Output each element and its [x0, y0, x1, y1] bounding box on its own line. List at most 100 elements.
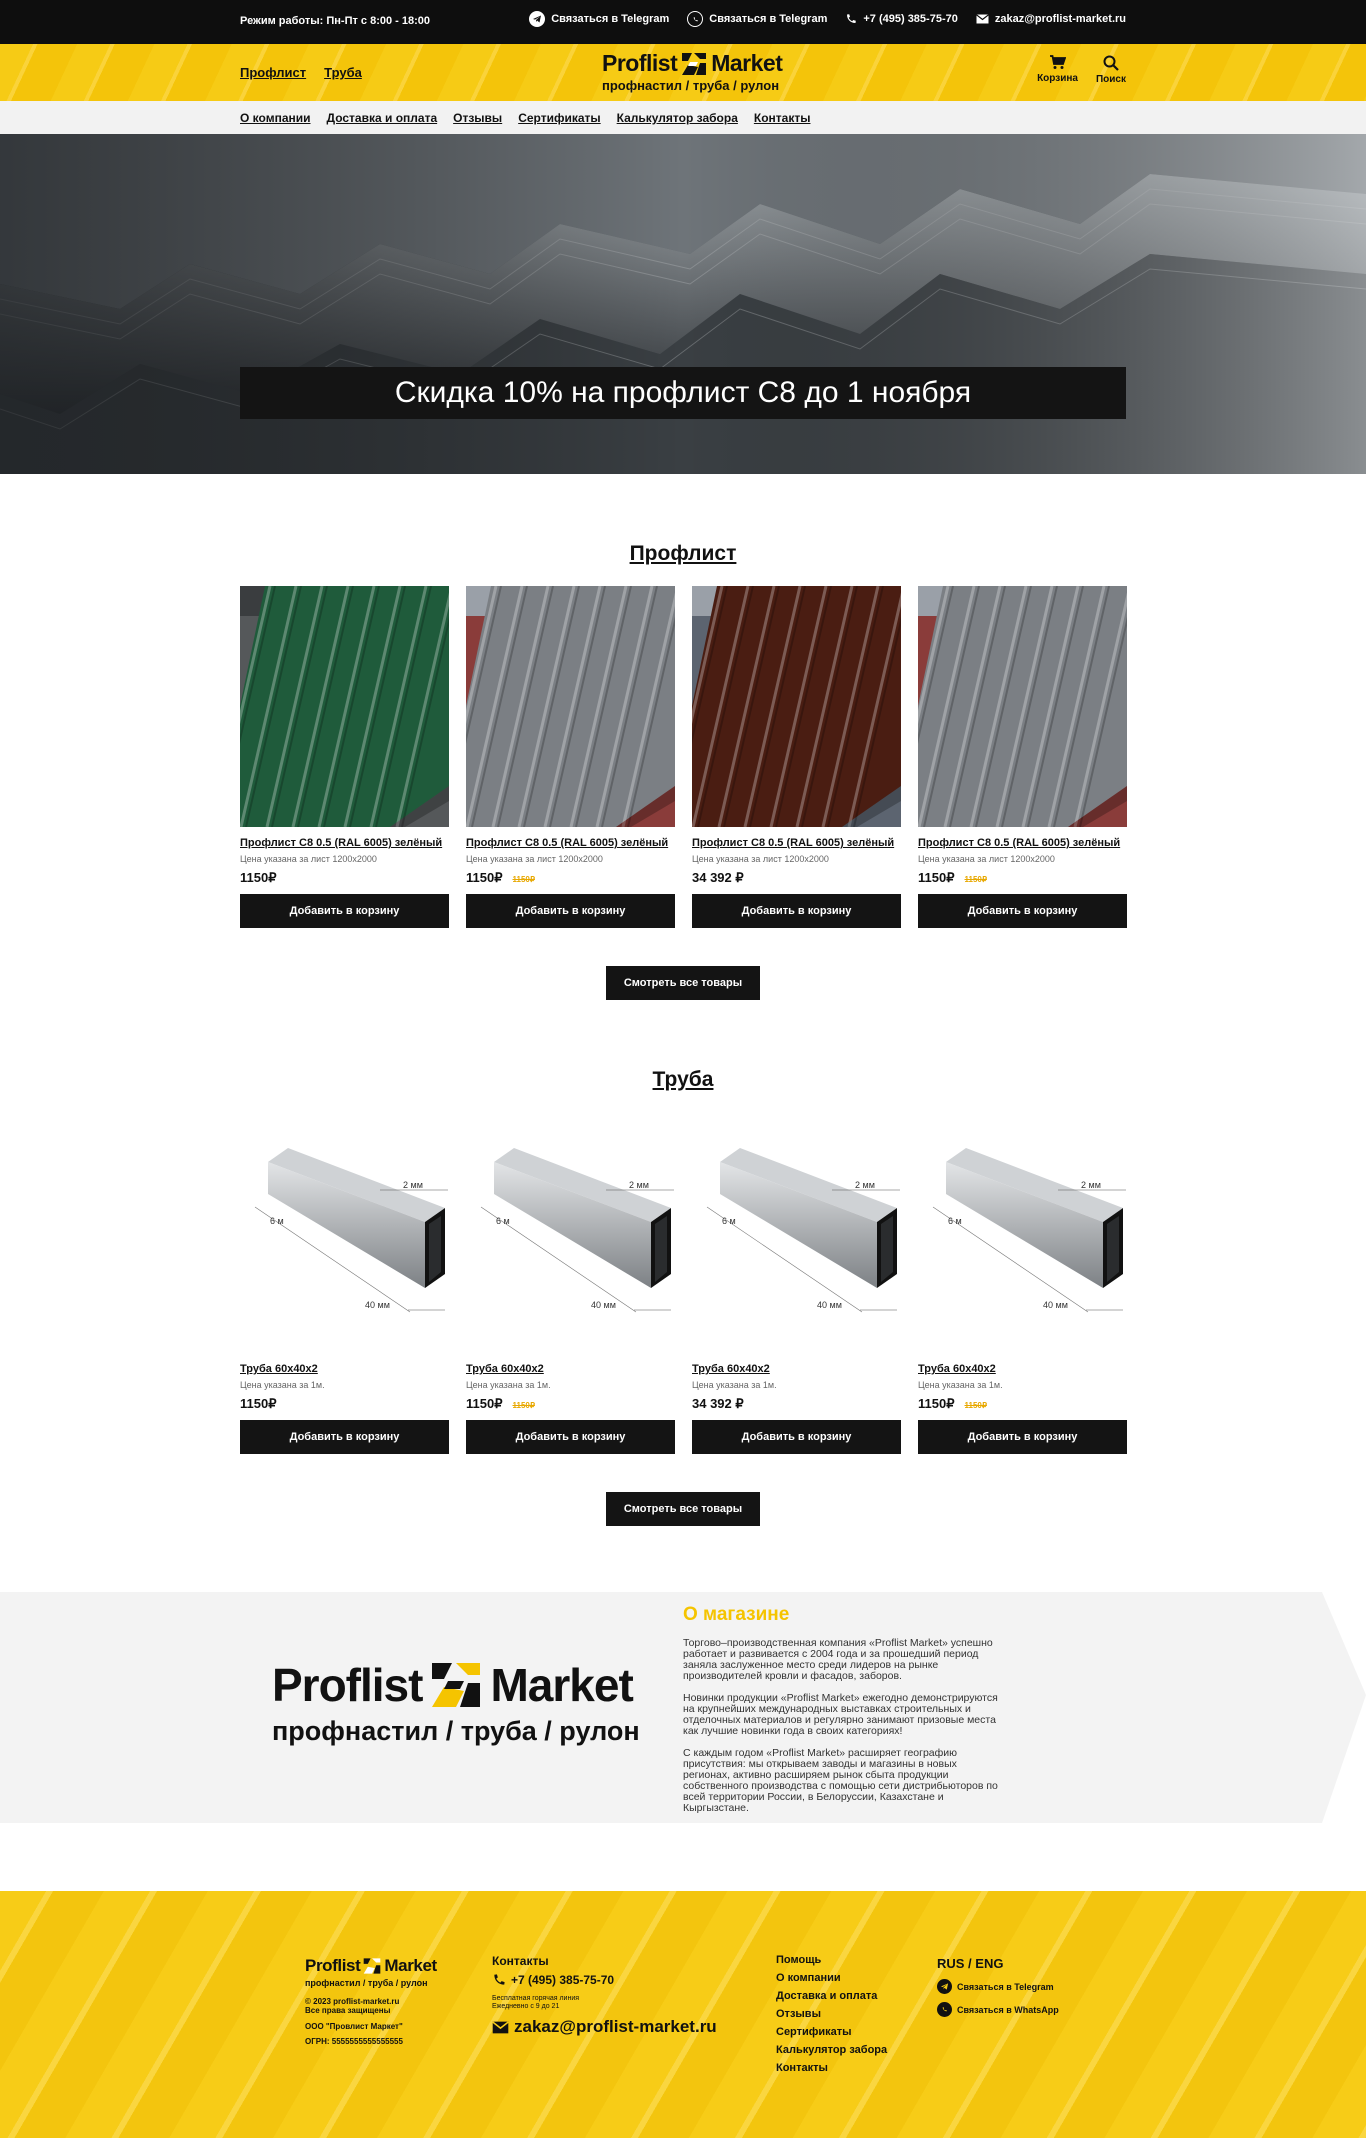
telegram-label: Связаться в Telegram	[551, 13, 670, 25]
subnav-certificates[interactable]: Сертификаты	[518, 111, 600, 125]
product-card: 2 мм 6 м 40 мм Труба 60х40х2 Цена указана …	[240, 1112, 449, 1454]
subnav-delivery[interactable]: Доставка и оплата	[327, 111, 438, 125]
nav-truba[interactable]: Труба	[324, 65, 362, 80]
section-title-truba[interactable]: Труба	[0, 1068, 1366, 1092]
product-name[interactable]: Труба 60х40х2	[692, 1363, 901, 1375]
search-button[interactable]: Поиск	[1096, 55, 1126, 85]
footer-phone[interactable]: +7 (495) 385-75-70	[492, 1973, 717, 1987]
product-card: Профлист С8 0.5 (RAL 6005) зелёный Цена …	[918, 586, 1127, 928]
logo-mark-icon	[364, 1958, 381, 1974]
add-to-cart-button[interactable]: Добавить в корзину	[918, 894, 1127, 928]
current-price: 34 392 ₽	[692, 870, 744, 885]
add-to-cart-button[interactable]: Добавить в корзину	[240, 894, 449, 928]
category-nav: Профлист Труба	[240, 65, 362, 80]
product-name[interactable]: Профлист С8 0.5 (RAL 6005) зелёный	[918, 837, 1127, 849]
product-name[interactable]: Профлист С8 0.5 (RAL 6005) зелёный	[692, 837, 901, 849]
footer-email[interactable]: zakaz@proflist-market.ru	[492, 2017, 717, 2037]
footer-brand: Proflist Market профнастил / труба / рул…	[305, 1956, 437, 2046]
dimension-label: 6 м	[270, 1216, 284, 1226]
add-to-cart-button[interactable]: Добавить в корзину	[692, 1420, 901, 1454]
old-price: 1150₽	[964, 875, 987, 884]
footer-link-certificates[interactable]: Сертификаты	[776, 2026, 887, 2038]
hero-banner[interactable]: Скидка 10% на профлист С8 до 1 ноября	[0, 134, 1366, 474]
pipe-product-grid: 2 мм 6 м 40 мм Труба 60х40х2 Цена указана …	[240, 1112, 1127, 1454]
product-image[interactable]	[692, 586, 901, 827]
view-all-pipe-button[interactable]: Смотреть все товары	[606, 1492, 760, 1526]
product-card: Профлист С8 0.5 (RAL 6005) зелёный Цена …	[240, 586, 449, 928]
current-price: 1150₽	[466, 1396, 503, 1411]
section-title-proflist[interactable]: Профлист	[0, 542, 1366, 566]
product-name[interactable]: Труба 60х40х2	[240, 1363, 449, 1375]
telegram-icon	[937, 1979, 952, 1994]
search-icon	[1103, 55, 1119, 71]
whatsapp-link[interactable]: Связаться в Telegram	[687, 11, 827, 27]
product-image[interactable]: 2 мм 6 м 40 мм	[692, 1112, 901, 1353]
telegram-link[interactable]: Связаться в Telegram	[529, 11, 669, 27]
promo-banner-text: Скидка 10% на профлист С8 до 1 ноября	[240, 367, 1126, 419]
logo-word-market: Market	[490, 1659, 633, 1711]
subnav-fence-calculator[interactable]: Калькулятор забора	[617, 111, 738, 125]
dimension-label: 40 мм	[365, 1300, 390, 1310]
about-title: О магазине	[683, 1604, 790, 1625]
product-image[interactable]	[466, 586, 675, 827]
nav-proflist[interactable]: Профлист	[240, 65, 306, 80]
logo-tagline: профнастил / труба / рулон	[305, 1978, 428, 1988]
phone-link[interactable]: +7 (495) 385-75-70	[845, 13, 958, 25]
product-name[interactable]: Профлист С8 0.5 (RAL 6005) зелёный	[466, 837, 675, 849]
product-image[interactable]: 2 мм 6 м 40 мм	[240, 1112, 449, 1353]
footer-link-reviews[interactable]: Отзывы	[776, 2008, 887, 2020]
telegram-icon	[529, 11, 546, 27]
search-label: Поиск	[1095, 74, 1126, 85]
add-to-cart-button[interactable]: Добавить в корзину	[240, 1420, 449, 1454]
footer-link-fence-calculator[interactable]: Калькулятор забора	[776, 2044, 887, 2056]
add-to-cart-button[interactable]: Добавить в корзину	[692, 894, 901, 928]
view-all-proflist-button[interactable]: Смотреть все товары	[606, 966, 760, 1000]
footer-link-delivery[interactable]: Доставка и оплата	[776, 1990, 887, 2002]
logo-tagline: профнастил / труба / рулон	[272, 1716, 640, 1746]
cart-button[interactable]: Корзина	[1037, 55, 1078, 85]
subnav-contacts[interactable]: Контакты	[754, 111, 811, 125]
footer-link-contacts[interactable]: Контакты	[776, 2062, 887, 2074]
phone-icon	[847, 14, 857, 23]
top-bar: Режим работы: Пн-Пт с 8:00 - 18:00 Связа…	[0, 0, 1366, 44]
subnav-about[interactable]: О компании	[240, 111, 311, 125]
product-price: 1150₽ 1150₽	[918, 870, 1127, 886]
subnav-reviews[interactable]: Отзывы	[453, 111, 502, 125]
product-image[interactable]	[240, 586, 449, 827]
product-name[interactable]: Труба 60х40х2	[918, 1363, 1127, 1375]
product-card: 2 мм 6 м 40 мм Труба 60х40х2 Цена указана …	[918, 1112, 1127, 1454]
product-name[interactable]: Профлист С8 0.5 (RAL 6005) зелёный	[240, 837, 449, 849]
language-switch[interactable]: RUS / ENG	[937, 1956, 1059, 1971]
old-price: 1150₽	[964, 1401, 987, 1410]
site-logo[interactable]: Proflist Market профнастил / труба / рул…	[602, 50, 792, 93]
footer-telegram-link[interactable]: Связаться в Telegram	[937, 1979, 1059, 1994]
email-link[interactable]: zakaz@proflist-market.ru	[975, 13, 1126, 25]
mail-icon	[975, 14, 989, 24]
product-name[interactable]: Труба 60х40х2	[466, 1363, 675, 1375]
telegram-label: Связаться в Telegram	[957, 1981, 1054, 1992]
footer-help-links: Помощь О компании Доставка и оплата Отзы…	[776, 1954, 887, 2080]
product-image[interactable]: 2 мм 6 м 40 мм	[918, 1112, 1127, 1353]
footer-whatsapp-link[interactable]: Связаться в WhatsApp	[937, 2002, 1059, 2017]
rights: Все права защищены	[305, 2006, 391, 2015]
dimension-label: 40 мм	[817, 1300, 842, 1310]
dimension-label: 6 м	[496, 1216, 510, 1226]
product-image[interactable]: 2 мм 6 м 40 мм	[466, 1112, 675, 1353]
product-price-note: Цена указана за лист 1200х2000	[918, 854, 1055, 864]
footer-link-about[interactable]: О компании	[776, 1972, 887, 1984]
logo-word-market: Market	[384, 1956, 437, 1975]
logo-mark-icon	[432, 1663, 481, 1707]
add-to-cart-button[interactable]: Добавить в корзину	[918, 1420, 1127, 1454]
product-image[interactable]	[918, 586, 1127, 827]
working-hours: Режим работы: Пн-Пт с 8:00 - 18:00	[240, 15, 431, 27]
add-to-cart-button[interactable]: Добавить в корзину	[466, 1420, 675, 1454]
product-price-note: Цена указана за 1м.	[240, 1380, 325, 1390]
product-price-note: Цена указана за 1м.	[692, 1380, 777, 1390]
dimension-label: 2 мм	[629, 1180, 649, 1190]
company-name: ООО "Провлист Маркет"	[305, 2022, 403, 2031]
product-price-note: Цена указана за лист 1200х2000	[240, 854, 377, 864]
main-header: Профлист Труба Proflist Market профнасти…	[0, 44, 1366, 101]
footer-logo[interactable]: Proflist Market	[305, 1956, 437, 1976]
add-to-cart-button[interactable]: Добавить в корзину	[466, 894, 675, 928]
footer-link-help[interactable]: Помощь	[776, 1954, 887, 1966]
